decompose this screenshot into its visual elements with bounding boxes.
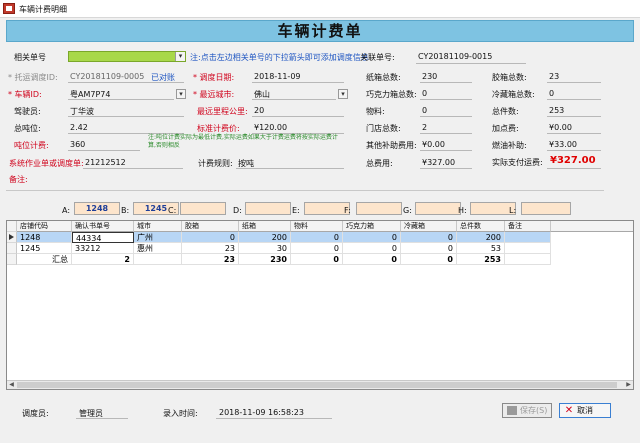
col-header-store[interactable]: 店铺代码	[17, 221, 72, 232]
detail-grid[interactable]: 店铺代码 确认书单号 城市 胶箱 纸箱 物料 巧克力箱 冷藏箱 总件数 备注 1…	[6, 220, 634, 390]
actual-fee-label: 实际支付运费:	[492, 158, 543, 167]
col-header-choc[interactable]: 巧克力箱	[343, 221, 401, 232]
add-fee-label: 加点费:	[492, 124, 519, 133]
trust-id-value: CY20181109-0005	[70, 72, 145, 81]
driver-label: 驾驶员:	[14, 107, 41, 116]
farthest-city-label: * 最远城市:	[193, 90, 235, 99]
summary-g-box[interactable]	[415, 202, 461, 215]
dispatcher-label: 调度员:	[22, 409, 49, 418]
col-header-cold[interactable]: 冷藏箱	[401, 221, 457, 232]
actual-fee-value: ¥327.00	[550, 155, 596, 166]
sys-no-value: 21212512	[85, 158, 126, 167]
carton-total-label: 纸箱总数:	[366, 73, 401, 82]
cancel-button[interactable]: ✕ 取消	[559, 403, 611, 418]
fuel-sub-value: ¥33.00	[549, 140, 577, 149]
related-no2-value: CY20181109-0015	[418, 52, 493, 61]
ton-fee-note: 注:吨位计费实际为最低计费,实际运费如果大于计费运费将按实际运费计算,否则相反	[148, 134, 338, 149]
total-fee-value: ¥327.00	[422, 158, 456, 167]
col-header-material[interactable]: 物料	[291, 221, 343, 232]
save-button[interactable]: 保存(S)	[502, 403, 552, 418]
app-icon	[3, 3, 15, 14]
summary-d-box[interactable]	[245, 202, 291, 215]
total-fee-label: 总费用:	[366, 159, 393, 168]
entry-time-label: 录入时间:	[163, 409, 198, 418]
form-title: 车辆计费单	[277, 22, 363, 40]
other-sub-value: ¥0.00	[422, 140, 445, 149]
horizontal-scrollbar[interactable]: ◀ ▶	[7, 380, 633, 389]
related-no-hint: 注:点击左边相关单号的下拉箭头即可添加调度信息	[190, 53, 369, 62]
trust-id-label: * 托运调度ID:	[8, 73, 58, 82]
save-disk-icon	[507, 406, 517, 415]
scroll-right-icon[interactable]: ▶	[624, 381, 633, 389]
scroll-left-icon[interactable]: ◀	[7, 381, 16, 389]
col-header-confirm-no[interactable]: 确认书单号	[72, 221, 134, 232]
cold-total-value: 0	[549, 89, 555, 98]
close-icon: ✕	[564, 405, 574, 416]
entry-time-value: 2018-11-09 16:58:23	[219, 408, 304, 417]
col-header-remark[interactable]: 备注	[505, 221, 551, 232]
pieces-total-value: 253	[549, 106, 565, 115]
other-sub-label: 其他补助费用:	[366, 141, 417, 150]
remark-label: 备注:	[9, 175, 28, 184]
row-selector-icon[interactable]	[7, 232, 17, 243]
col-header-carton[interactable]: 纸箱	[239, 221, 291, 232]
summary-l-box[interactable]	[521, 202, 571, 215]
tonnage-value: 2.42	[70, 123, 88, 132]
std-fee-value: ¥120.00	[254, 123, 288, 132]
tonnage-label: 总吨位:	[14, 124, 41, 133]
summary-c-box[interactable]	[180, 202, 226, 215]
material-value: 0	[422, 106, 428, 115]
related-no-label: 相关单号	[14, 53, 46, 62]
scrollbar-thumb[interactable]	[17, 382, 617, 388]
col-header-plastic[interactable]: 胶箱	[182, 221, 239, 232]
dispatch-date-value[interactable]: 2018-11-09	[254, 72, 301, 81]
form-banner: 车辆计费单	[6, 20, 634, 42]
col-header-pieces[interactable]: 总件数	[457, 221, 505, 232]
rule-label: 计费规则:	[198, 159, 233, 168]
material-label: 物料:	[366, 107, 385, 116]
vehicle-id-label: * 车辆ID:	[8, 90, 42, 99]
related-no2-label: 关联单号:	[360, 53, 395, 62]
std-fee-label: 标准计费价:	[197, 124, 240, 133]
ton-fee-value: 360	[70, 140, 86, 149]
section-divider	[6, 190, 604, 191]
window-title: 车辆计费明细	[19, 5, 67, 14]
carton-total-value: 230	[422, 72, 438, 81]
add-fee-value: ¥0.00	[549, 123, 572, 132]
store-total-label: 门店总数:	[366, 124, 401, 133]
sys-no-label: 系统作业单或调度单:	[9, 159, 84, 168]
store-total-value: 2	[422, 123, 428, 132]
related-no-combo[interactable]: ▾	[68, 51, 186, 62]
choc-total-label: 巧克力箱总数:	[366, 90, 417, 99]
col-header-city[interactable]: 城市	[134, 221, 182, 232]
city-dropdown-icon[interactable]: ▾	[338, 89, 348, 99]
ton-fee-label: 吨位计费:	[14, 141, 49, 150]
cold-total-label: 冷藏箱总数:	[492, 90, 535, 99]
summary-a-box[interactable]: 1248	[74, 202, 120, 215]
plastic-total-label: 胶箱总数:	[492, 73, 527, 82]
farthest-km-label: 最远里程公里:	[197, 107, 248, 116]
vehicle-dropdown-icon[interactable]: ▾	[176, 89, 186, 99]
chevron-down-icon[interactable]: ▾	[175, 52, 185, 61]
farthest-km-value[interactable]: 20	[254, 106, 264, 115]
window-titlebar: 车辆计费明细	[0, 0, 640, 18]
fuel-sub-label: 燃油补助:	[492, 141, 527, 150]
summary-f-box[interactable]	[356, 202, 402, 215]
choc-total-value: 0	[422, 89, 428, 98]
dispatch-date-label: * 调度日期:	[193, 73, 235, 82]
pieces-total-label: 总件数:	[492, 107, 519, 116]
plastic-total-value: 23	[549, 72, 560, 81]
